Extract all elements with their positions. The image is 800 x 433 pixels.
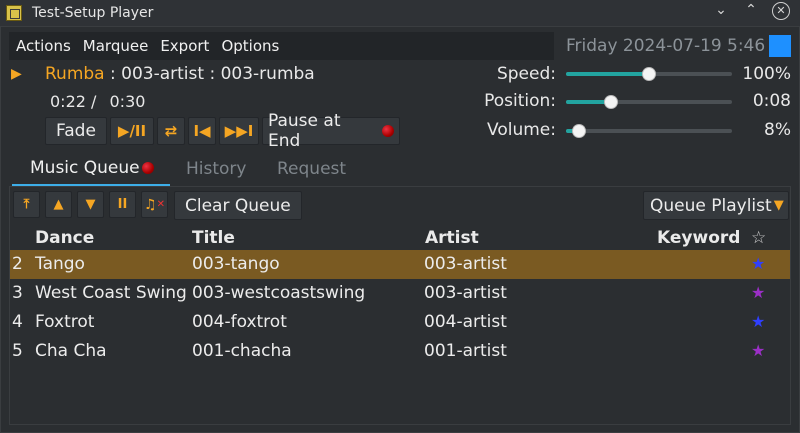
menu-actions[interactable]: Actions	[9, 37, 77, 55]
pause-icon[interactable]: II	[109, 191, 136, 218]
menu-marquee[interactable]: Marquee	[77, 37, 155, 55]
total-time: 0:30	[109, 92, 146, 111]
row-number: 2	[12, 254, 23, 274]
column-header-artist[interactable]: Artist	[425, 228, 479, 248]
slider-label: Position:	[484, 91, 556, 111]
pause-at-end-button[interactable]: Pause at End	[262, 111, 400, 151]
row-number: 5	[12, 341, 23, 361]
table-row[interactable]: 4 Foxtrot 004-foxtrot 004-artist ★	[10, 308, 790, 337]
menu-options[interactable]: Options	[215, 37, 285, 55]
queue-playlist-dropdown[interactable]: Queue Playlist ▼	[643, 191, 789, 220]
now-playing-artist: 003-artist	[121, 64, 205, 84]
clear-queue-button[interactable]: Clear Queue	[174, 191, 302, 220]
cell-title: 004-foxtrot	[192, 312, 287, 332]
repeat-button[interactable]: ⇄	[157, 117, 185, 145]
table-row[interactable]: 3 West Coast Swing 003-westcoastswing 003-a…	[10, 279, 790, 308]
volume-slider[interactable]	[566, 124, 732, 138]
cell-dance: Foxtrot	[35, 312, 95, 332]
title-bar: Test-Setup Player ⌄ ⌃ ✕	[0, 0, 800, 26]
tab-music-queue[interactable]: Music Queue	[12, 151, 170, 186]
cell-title: 003-westcoastswing	[192, 283, 366, 303]
queue-toolbar: ⤒ ▲ ▼ II ♫ ✕	[13, 191, 168, 218]
cell-artist: 003-artist	[424, 254, 507, 274]
minimize-button[interactable]: ⌄	[712, 2, 730, 20]
maximize-button[interactable]: ⌃	[742, 2, 760, 20]
row-number: 3	[12, 283, 23, 303]
slider-label: Speed:	[496, 64, 556, 84]
table-row[interactable]: 5 Cha Cha 001-chacha 001-artist ★	[10, 337, 790, 366]
favorite-star-icon[interactable]: ★	[751, 312, 765, 331]
column-header-dance[interactable]: Dance	[35, 228, 94, 248]
clock-date: Friday 2024-07-19	[566, 36, 722, 56]
cell-dance: Tango	[35, 254, 85, 274]
column-header-keyword[interactable]: Keyword	[657, 228, 740, 248]
play-pause-button[interactable]: ▶/II	[110, 117, 154, 145]
close-button[interactable]: ✕	[772, 2, 790, 20]
move-up-icon[interactable]: ▲	[45, 191, 72, 218]
queue-indicator-icon	[141, 161, 154, 174]
cell-dance: West Coast Swing	[35, 283, 187, 303]
slider-label: Volume:	[487, 120, 556, 140]
cell-title: 003-tango	[192, 254, 280, 274]
dropdown-arrow-icon: ▼	[773, 198, 784, 213]
now-playing-title: 003-rumba	[220, 64, 315, 84]
remove-song-icon[interactable]: ♫ ✕	[141, 191, 168, 218]
favorite-star-icon[interactable]: ★	[751, 283, 765, 302]
slider-value: 8%	[764, 120, 791, 140]
previous-button[interactable]: I◀	[188, 117, 216, 145]
slider-handle[interactable]	[603, 95, 618, 109]
fade-button[interactable]: Fade	[45, 117, 107, 145]
tab-history[interactable]: History	[186, 151, 246, 186]
now-playing-separator: :	[204, 64, 221, 84]
slider-value: 0:08	[752, 91, 791, 111]
cell-artist: 003-artist	[424, 283, 507, 303]
pause-at-end-indicator-icon	[382, 125, 394, 137]
menu-export[interactable]: Export	[154, 37, 215, 55]
clock-time: 5:46	[727, 36, 766, 56]
slider-handle[interactable]	[642, 67, 656, 81]
menu-bar: Actions Marquee Export Options	[9, 32, 554, 60]
pause-at-end-label: Pause at End	[268, 111, 341, 151]
speed-slider[interactable]	[566, 67, 732, 81]
status-indicator	[769, 35, 791, 57]
cell-artist: 004-artist	[424, 312, 507, 332]
move-to-top-icon[interactable]: ⤒	[13, 191, 40, 218]
playback-controls: Fade ▶/II ⇄ I◀ ▶▶I Pause at End	[45, 111, 400, 151]
tab-label: Music Queue	[30, 157, 140, 178]
tab-bar: Music Queue History Request	[12, 151, 792, 186]
position-slider[interactable]	[566, 95, 732, 109]
now-playing: Rumba : 003-artist : 003-rumba	[45, 64, 315, 84]
favorite-star-icon[interactable]: ★	[751, 254, 765, 273]
move-down-icon[interactable]: ▼	[77, 191, 104, 218]
favorite-star-icon[interactable]: ★	[751, 341, 765, 360]
slider-fill	[566, 72, 649, 76]
time-display: 0:22 / 0:30	[50, 92, 145, 111]
cell-dance: Cha Cha	[35, 341, 107, 361]
next-button[interactable]: ▶▶I	[219, 117, 259, 145]
slider-value: 100%	[742, 64, 791, 84]
tab-request[interactable]: Request	[277, 151, 346, 186]
window-title: Test-Setup Player	[32, 5, 154, 21]
row-number: 4	[12, 312, 23, 332]
elapsed-time: 0:22 /	[50, 92, 97, 111]
cell-title: 001-chacha	[192, 341, 292, 361]
column-header-title[interactable]: Title	[192, 228, 235, 248]
table-row[interactable]: 2 Tango 003-tango 003-artist ★	[10, 250, 790, 279]
cell-artist: 001-artist	[424, 341, 507, 361]
column-header-favorite-icon[interactable]: ☆	[751, 228, 766, 248]
now-playing-separator: :	[104, 64, 122, 84]
queue-playlist-label: Queue Playlist	[650, 195, 772, 216]
now-playing-dance: Rumba	[45, 64, 105, 84]
play-indicator-icon: ▶	[11, 66, 22, 82]
app-icon	[6, 5, 22, 21]
